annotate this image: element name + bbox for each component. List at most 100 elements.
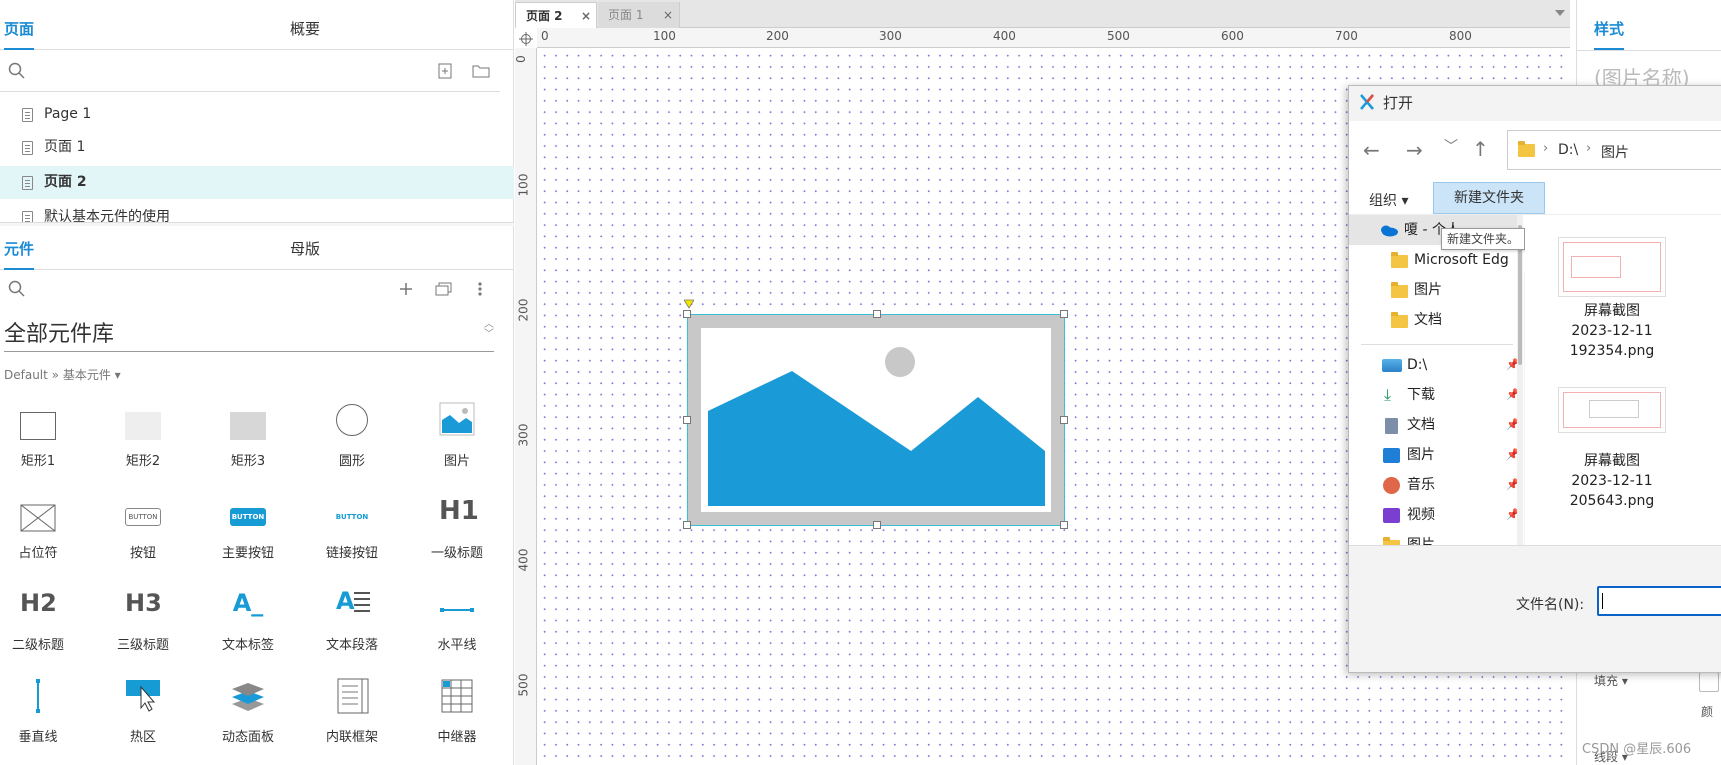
tree-item-drive-d[interactable]: D:\ 📌 bbox=[1349, 350, 1520, 380]
tab-widgets[interactable]: 元件 bbox=[4, 226, 35, 270]
rect1-icon bbox=[20, 412, 56, 440]
tab-masters[interactable]: 母版 bbox=[290, 226, 320, 270]
file-list: 屏幕截图 2023-12-11 192354.png 屏幕截图 2023-12-11 2… bbox=[1525, 215, 1721, 545]
library-windows-icon[interactable] bbox=[435, 281, 453, 297]
widget-rect1[interactable]: 矩形1 bbox=[0, 400, 78, 480]
path-segment[interactable]: D:\ bbox=[1558, 142, 1578, 158]
page-label: 默认基本元件的使用 bbox=[44, 209, 170, 223]
tab-outline[interactable]: 概要 bbox=[290, 0, 320, 50]
ruler-tick: 200 bbox=[516, 298, 531, 322]
filename-input[interactable] bbox=[1597, 586, 1721, 616]
library-selector[interactable]: 全部元件库 ︿ ﹀ bbox=[4, 318, 494, 352]
widget-circle[interactable]: 圆形 bbox=[312, 400, 392, 480]
widget-button[interactable]: BUTTON 按钮 bbox=[103, 492, 183, 572]
vertical-line-icon bbox=[36, 679, 40, 713]
doc-tab-page2[interactable]: 页面 2 × bbox=[515, 2, 597, 28]
widget-h2[interactable]: H2 二级标题 bbox=[0, 584, 78, 664]
fill-section-label[interactable]: 填充 ▾ bbox=[1594, 672, 1628, 689]
widget-image[interactable]: 图片 bbox=[417, 400, 497, 480]
new-folder-button[interactable]: 新建文件夹 bbox=[1433, 182, 1545, 214]
widget-repeater[interactable]: 中继器 bbox=[417, 676, 497, 756]
color-label: 颜 bbox=[1701, 705, 1714, 719]
tree-scrollbar[interactable] bbox=[1517, 215, 1523, 545]
file-item[interactable]: 屏幕截图 2023-12-11 205643.png bbox=[1525, 365, 1666, 515]
page-item-default-widgets[interactable]: 默认基本元件的使用 bbox=[0, 201, 514, 223]
image-icon bbox=[439, 402, 475, 436]
up-arrow-icon[interactable]: ↑ bbox=[1472, 137, 1489, 161]
rotate-handle-icon[interactable] bbox=[684, 299, 694, 309]
tree-item-pictures-folder[interactable]: 图片 bbox=[1349, 275, 1519, 305]
widget-dynamic-panel[interactable]: 动态面板 bbox=[208, 676, 288, 756]
horizontal-ruler: 0 100 200 300 400 500 600 700 800 bbox=[537, 28, 1570, 48]
library-breadcrumb[interactable]: Default » 基本元件 ▾ bbox=[4, 366, 121, 383]
repeater-icon bbox=[441, 679, 473, 713]
tree-item-documents[interactable]: 文档 📌 bbox=[1349, 410, 1520, 440]
circle-icon bbox=[336, 404, 368, 436]
search-icon[interactable] bbox=[8, 62, 26, 80]
tree-item-downloads[interactable]: ⤓ 下载 📌 bbox=[1349, 380, 1520, 410]
divider bbox=[1577, 50, 1721, 51]
back-arrow-icon[interactable]: ← bbox=[1363, 138, 1380, 162]
h2-icon: H2 bbox=[20, 589, 57, 617]
widget-placeholder[interactable]: 占位符 bbox=[0, 492, 78, 572]
widget-text-label[interactable]: A_ 文本标签 bbox=[208, 584, 288, 664]
tree-item-videos[interactable]: 视频 📌 bbox=[1349, 500, 1520, 530]
ruler-tick: 100 bbox=[653, 29, 676, 43]
add-page-icon[interactable] bbox=[438, 63, 453, 79]
tree-item-pictures-2[interactable]: 图片 bbox=[1349, 530, 1519, 545]
widget-rect2[interactable]: 矩形2 bbox=[103, 400, 183, 480]
widget-inline-frame[interactable]: 内联框架 bbox=[312, 676, 392, 756]
page-icon bbox=[22, 141, 33, 155]
primary-button-icon: BUTTON bbox=[230, 508, 266, 526]
widget-link-button[interactable]: BUTTON 链接按钮 bbox=[312, 492, 392, 572]
widget-vertical-line[interactable]: 垂直线 bbox=[0, 676, 78, 756]
address-bar[interactable]: › D:\ › 图片 bbox=[1507, 130, 1721, 170]
file-item[interactable]: 屏幕截图 2023-12-11 192354.png bbox=[1525, 215, 1666, 365]
crosshair-icon[interactable] bbox=[519, 32, 533, 46]
resize-handle[interactable] bbox=[683, 521, 691, 529]
add-folder-icon[interactable] bbox=[472, 63, 490, 78]
fill-color-swatch[interactable] bbox=[1699, 672, 1719, 692]
chevron-right-icon: › bbox=[1543, 141, 1549, 156]
close-icon[interactable]: × bbox=[663, 2, 673, 28]
page-item-page-2-cn[interactable]: 页面 2 bbox=[0, 166, 514, 199]
chevron-right-icon: › bbox=[1586, 141, 1592, 156]
path-segment[interactable]: 图片 bbox=[1601, 142, 1629, 162]
widget-hotspot[interactable]: 热区 bbox=[103, 676, 183, 756]
organize-menu[interactable]: 组织 ▾ bbox=[1369, 190, 1408, 210]
widget-horizontal-line[interactable]: 水平线 bbox=[417, 584, 497, 664]
forward-arrow-icon[interactable]: → bbox=[1406, 138, 1423, 162]
resize-handle[interactable] bbox=[873, 521, 881, 529]
tab-pages[interactable]: 页面 bbox=[4, 0, 35, 50]
tree-item-pictures[interactable]: 图片 📌 bbox=[1349, 440, 1520, 470]
image-widget[interactable] bbox=[683, 299, 1068, 529]
more-options-icon[interactable] bbox=[477, 281, 483, 297]
resize-handle[interactable] bbox=[1060, 310, 1068, 318]
widget-h3[interactable]: H3 三级标题 bbox=[103, 584, 183, 664]
page-item-page1[interactable]: Page 1 bbox=[0, 98, 514, 131]
resize-handle[interactable] bbox=[683, 310, 691, 318]
widget-h1[interactable]: H1 一级标题 bbox=[417, 492, 497, 572]
add-library-icon[interactable] bbox=[398, 281, 414, 297]
page-item-page-1-cn[interactable]: 页面 1 bbox=[0, 131, 514, 164]
resize-handle[interactable] bbox=[873, 310, 881, 318]
widget-rect3[interactable]: 矩形3 bbox=[208, 400, 288, 480]
widget-primary-button[interactable]: BUTTON 主要按钮 bbox=[208, 492, 288, 572]
tree-item-music[interactable]: 音乐 📌 bbox=[1349, 470, 1520, 500]
resize-handle[interactable] bbox=[1060, 416, 1068, 424]
folder-icon bbox=[1391, 312, 1408, 328]
tree-item-docs-folder[interactable]: 文档 bbox=[1349, 305, 1519, 335]
resize-handle[interactable] bbox=[1060, 521, 1068, 529]
widget-paragraph[interactable]: A 文本段落 bbox=[312, 584, 392, 664]
page-icon bbox=[22, 108, 33, 122]
button-icon: BUTTON bbox=[125, 508, 161, 526]
resize-handle[interactable] bbox=[683, 416, 691, 424]
tabs-dropdown-icon[interactable] bbox=[1555, 10, 1565, 16]
recent-chevron-icon[interactable]: ﹀ bbox=[1444, 136, 1458, 156]
close-icon[interactable]: × bbox=[581, 3, 591, 29]
search-icon[interactable] bbox=[8, 280, 26, 298]
doc-tab-page1[interactable]: 页面 1 × bbox=[598, 2, 680, 28]
tab-style[interactable]: 样式 bbox=[1594, 0, 1625, 50]
new-folder-tooltip: 新建文件夹。 bbox=[1441, 228, 1526, 250]
library-title: 全部元件库 bbox=[4, 322, 115, 347]
